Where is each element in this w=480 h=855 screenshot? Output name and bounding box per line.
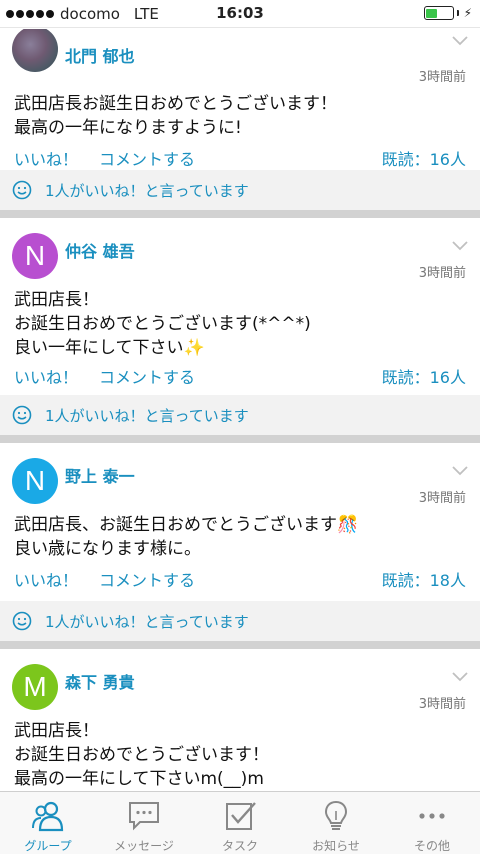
status-bar: docomo LTE 16:03 ⚡	[0, 0, 480, 28]
post-time: 3時間前	[418, 697, 466, 712]
like-button[interactable]: いいね！	[14, 146, 78, 170]
clock: 16:03	[216, 4, 264, 22]
tab-task[interactable]: タスク	[192, 792, 288, 855]
likes-summary[interactable]: 1人がいいね！と言っています	[0, 395, 480, 435]
post-separator	[0, 641, 480, 649]
avatar[interactable]: N	[12, 458, 58, 504]
avatar[interactable]: M	[12, 664, 58, 710]
comment-button[interactable]: コメントする	[99, 364, 195, 388]
group-feed[interactable]: 北門 郁也 3時間前 武田店長お誕生日おめでとうございます！ 最高の一年になりま…	[0, 29, 480, 791]
smile-icon	[12, 405, 32, 425]
post-card: N 仲谷 雄吾 3時間前 武田店長！ お誕生日おめでとうございます(*^^*) …	[0, 218, 480, 395]
like-button[interactable]: いいね！	[14, 567, 78, 591]
post-body: 武田店長！ お誕生日おめでとうございます(*^^*) 良い一年にして下さい✨	[14, 290, 311, 358]
notification-icon	[324, 800, 348, 830]
battery-icon	[423, 6, 454, 20]
smile-icon	[12, 180, 32, 200]
tab-bar: グループ メッセージ タスク お知らせ その他	[0, 791, 480, 854]
tab-label: その他	[413, 839, 450, 853]
like-button[interactable]: いいね！	[14, 364, 78, 388]
group-icon	[32, 801, 64, 832]
chevron-down-icon[interactable]	[452, 36, 468, 46]
likes-summary-text: 1人がいいね！と言っています	[45, 182, 249, 200]
post-body: 武田店長！ お誕生日おめでとうございます！ 最高の一年にして下さいm(__)m	[14, 721, 269, 789]
charging-icon: ⚡	[463, 6, 472, 20]
post-author[interactable]: 野上 泰一	[65, 463, 135, 487]
likes-summary-text: 1人がいいね！と言っています	[45, 613, 249, 631]
likes-summary[interactable]: 1人がいいね！と言っています	[0, 601, 480, 641]
chevron-down-icon[interactable]	[452, 466, 468, 476]
task-icon	[226, 802, 256, 830]
chevron-down-icon[interactable]	[452, 241, 468, 251]
post-time: 3時間前	[418, 491, 466, 506]
avatar[interactable]	[12, 29, 58, 72]
post-author[interactable]: 森下 勇貴	[65, 669, 135, 693]
tab-label: メッセージ	[114, 839, 174, 853]
tab-more[interactable]: その他	[384, 792, 480, 855]
likes-summary[interactable]: 1人がいいね！と言っています	[0, 170, 480, 210]
chevron-down-icon[interactable]	[452, 672, 468, 682]
post-time: 3時間前	[418, 70, 466, 85]
post-time: 3時間前	[418, 266, 466, 281]
battery-indicator: ⚡	[423, 6, 472, 20]
read-count[interactable]: 既読：16人	[382, 364, 466, 388]
avatar[interactable]: N	[12, 233, 58, 279]
comment-button[interactable]: コメントする	[99, 146, 195, 170]
more-icon	[419, 813, 445, 819]
tab-group[interactable]: グループ	[0, 792, 96, 855]
tab-message[interactable]: メッセージ	[96, 792, 192, 855]
likes-summary-text: 1人がいいね！と言っています	[45, 407, 249, 425]
post-card: N 野上 泰一 3時間前 武田店長、お誕生日おめでとうございます🎊 良い歳になり…	[0, 443, 480, 601]
post-separator	[0, 210, 480, 218]
post-card: M 森下 勇貴 3時間前 武田店長！ お誕生日おめでとうございます！ 最高の一年…	[0, 649, 480, 791]
smile-icon	[12, 611, 32, 631]
tab-label: グループ	[24, 839, 72, 853]
message-icon	[129, 802, 159, 831]
comment-button[interactable]: コメントする	[99, 567, 195, 591]
post-separator	[0, 435, 480, 443]
read-count[interactable]: 既読：18人	[382, 567, 466, 591]
tab-notification[interactable]: お知らせ	[288, 792, 384, 855]
tab-label: お知らせ	[312, 839, 360, 853]
post-body: 武田店長、お誕生日おめでとうございます🎊 良い歳になります様に。	[14, 515, 359, 559]
post-author[interactable]: 仲谷 雄吾	[65, 238, 135, 262]
post-body: 武田店長お誕生日おめでとうございます！ 最高の一年になりますように!	[14, 94, 337, 138]
post-author[interactable]: 北門 郁也	[65, 43, 135, 67]
tab-label: タスク	[221, 839, 258, 853]
read-count[interactable]: 既読：16人	[382, 146, 466, 170]
